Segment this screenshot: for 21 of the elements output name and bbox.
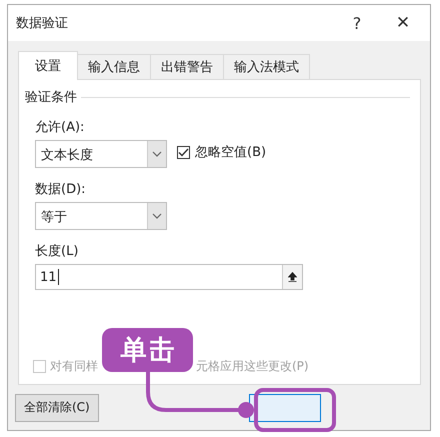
close-button[interactable]: ✕ [380, 7, 426, 39]
field-label: 数据(D): [35, 181, 86, 198]
dropdown[interactable]: 等于 [35, 202, 167, 230]
chevron-down-icon [152, 213, 162, 219]
field-label: 允许(A): [35, 119, 84, 136]
section-title: 验证条件 [25, 89, 77, 106]
clear-all-button[interactable]: 全部清除(C) [15, 394, 99, 422]
callout-label: 单击 [102, 328, 193, 372]
chevron-down-icon [152, 151, 162, 157]
checkbox-label[interactable]: 忽略空值(B) [195, 143, 266, 161]
default-button[interactable] [248, 394, 321, 422]
tab[interactable]: 设置 [18, 51, 78, 80]
dropdown[interactable]: 文本长度 [35, 140, 167, 168]
tab[interactable]: 输入法模式 [223, 54, 310, 79]
check-icon [178, 148, 189, 156]
checkbox[interactable] [177, 146, 190, 158]
field-label: 长度(L) [35, 243, 78, 260]
help-button[interactable]: ? [334, 7, 380, 39]
checkbox-label: 元格应用这些更改(P) [196, 358, 309, 375]
window-title: 数据验证 [16, 15, 68, 32]
checkbox-label: 对有同样 [50, 358, 98, 375]
